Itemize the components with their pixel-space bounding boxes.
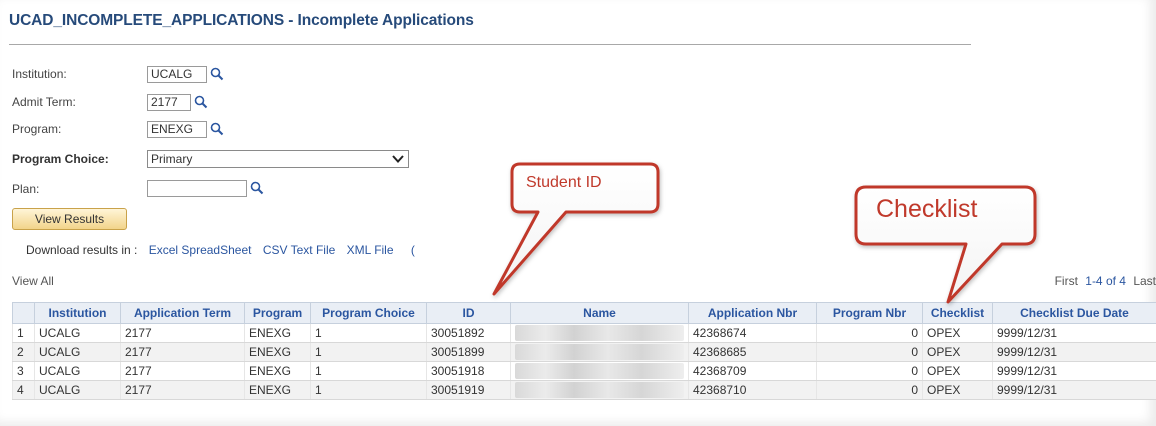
cell-program-nbr: 0 [816, 323, 923, 343]
cell-name-blurred [510, 361, 689, 381]
admit-term-label: Admit Term: [12, 95, 76, 109]
cell-program-nbr: 0 [816, 342, 923, 362]
header-institution[interactable]: Institution [34, 302, 121, 324]
cell-id: 30051919 [426, 380, 511, 400]
cell-institution: UCALG [34, 342, 121, 362]
cell-choice: 1 [310, 380, 427, 400]
cell-name-blurred [510, 342, 689, 362]
program-choice-value: Primary [151, 152, 193, 166]
header-application-term[interactable]: Application Term [120, 302, 245, 324]
table-row: 3 UCALG 2177 ENEXG 1 30051918 42368709 0… [12, 361, 1156, 381]
program-lookup-icon[interactable] [210, 122, 224, 136]
title-divider [9, 44, 971, 45]
cell-term: 2177 [120, 323, 245, 343]
program-choice-select[interactable]: Primary [147, 150, 409, 168]
plan-label: Plan: [12, 182, 40, 196]
download-paren: ( [410, 243, 415, 257]
plan-input[interactable] [147, 180, 247, 197]
cell-due-date: 9999/12/31 [992, 361, 1156, 381]
cell-program-nbr: 0 [816, 380, 923, 400]
nav-last[interactable]: Last [1133, 274, 1156, 288]
nav-range: 1-4 of 4 [1085, 274, 1126, 288]
cell-name-blurred [510, 380, 689, 400]
cell-program: ENEXG [244, 361, 311, 381]
cell-checklist: OPEX [922, 323, 993, 343]
cell-institution: UCALG [34, 361, 121, 381]
header-name[interactable]: Name [510, 302, 689, 324]
institution-lookup-icon[interactable] [210, 67, 224, 81]
program-input[interactable]: ENEXG [147, 121, 207, 138]
redacted-name [515, 325, 684, 341]
cell-id: 30051918 [426, 361, 511, 381]
cell-application-nbr: 42368709 [688, 361, 817, 381]
row-number: 3 [12, 361, 35, 381]
header-checklist[interactable]: Checklist [922, 302, 993, 324]
checklist-callout-text: Checklist [876, 195, 978, 223]
cell-institution: UCALG [34, 323, 121, 343]
header-application-nbr[interactable]: Application Nbr [688, 302, 817, 324]
cell-name-blurred [510, 323, 689, 343]
download-prefix: Download results in : [26, 243, 138, 257]
program-label: Program: [12, 122, 62, 136]
cell-program: ENEXG [244, 323, 311, 343]
download-row: Download results in : Excel SpreadSheet … [26, 243, 415, 257]
program-choice-label: Program Choice: [12, 152, 109, 166]
view-all-link[interactable]: View All [12, 274, 54, 288]
plan-lookup-icon[interactable] [250, 181, 264, 195]
page-title: UCAD_INCOMPLETE_APPLICATIONS - Incomplet… [9, 12, 474, 29]
admit-term-input[interactable]: 2177 [147, 94, 191, 111]
chevron-down-icon [392, 155, 404, 163]
cell-due-date: 9999/12/31 [992, 342, 1156, 362]
page-frame: UCAD_INCOMPLETE_APPLICATIONS - Incomplet… [0, 0, 1156, 426]
institution-label: Institution: [12, 67, 67, 81]
admit-term-lookup-icon[interactable] [194, 95, 208, 109]
cell-program-nbr: 0 [816, 361, 923, 381]
cell-application-nbr: 42368674 [688, 323, 817, 343]
cell-program: ENEXG [244, 380, 311, 400]
cell-choice: 1 [310, 323, 427, 343]
cell-id: 30051899 [426, 342, 511, 362]
cell-checklist: OPEX [922, 342, 993, 362]
cell-institution: UCALG [34, 380, 121, 400]
cell-due-date: 9999/12/31 [992, 323, 1156, 343]
header-id[interactable]: ID [426, 302, 511, 324]
header-program-nbr[interactable]: Program Nbr [816, 302, 923, 324]
header-row-number [12, 302, 35, 324]
row-number: 4 [12, 380, 35, 400]
cell-term: 2177 [120, 380, 245, 400]
results-grid: Institution Application Term Program Pro… [12, 302, 1156, 400]
row-number: 1 [12, 323, 35, 343]
view-results-button[interactable]: View Results [12, 208, 127, 230]
cell-checklist: OPEX [922, 361, 993, 381]
cell-application-nbr: 42368710 [688, 380, 817, 400]
cell-id: 30051892 [426, 323, 511, 343]
excel-download-link[interactable]: Excel SpreadSheet [149, 243, 252, 257]
csv-download-link[interactable]: CSV Text File [263, 243, 335, 257]
nav-first[interactable]: First [1055, 274, 1078, 288]
header-program-choice[interactable]: Program Choice [310, 302, 427, 324]
xml-download-link[interactable]: XML File [347, 243, 394, 257]
redacted-name [515, 344, 684, 360]
redacted-name [515, 363, 684, 379]
cell-term: 2177 [120, 342, 245, 362]
cell-choice: 1 [310, 342, 427, 362]
grid-navigation: First 1-4 of 4 Last [1055, 274, 1156, 288]
cell-application-nbr: 42368685 [688, 342, 817, 362]
student-id-callout-text: Student ID [526, 174, 602, 191]
institution-input[interactable]: UCALG [147, 66, 207, 83]
cell-checklist: OPEX [922, 380, 993, 400]
table-row: 1 UCALG 2177 ENEXG 1 30051892 42368674 0… [12, 323, 1156, 343]
header-program[interactable]: Program [244, 302, 311, 324]
cell-choice: 1 [310, 361, 427, 381]
cell-program: ENEXG [244, 342, 311, 362]
header-checklist-due-date[interactable]: Checklist Due Date [992, 302, 1156, 324]
cell-term: 2177 [120, 361, 245, 381]
redacted-name [515, 382, 684, 398]
table-row: 2 UCALG 2177 ENEXG 1 30051899 42368685 0… [12, 342, 1156, 362]
grid-header-row: Institution Application Term Program Pro… [12, 302, 1156, 324]
row-number: 2 [12, 342, 35, 362]
table-row: 4 UCALG 2177 ENEXG 1 30051919 42368710 0… [12, 380, 1156, 400]
cell-due-date: 9999/12/31 [992, 380, 1156, 400]
